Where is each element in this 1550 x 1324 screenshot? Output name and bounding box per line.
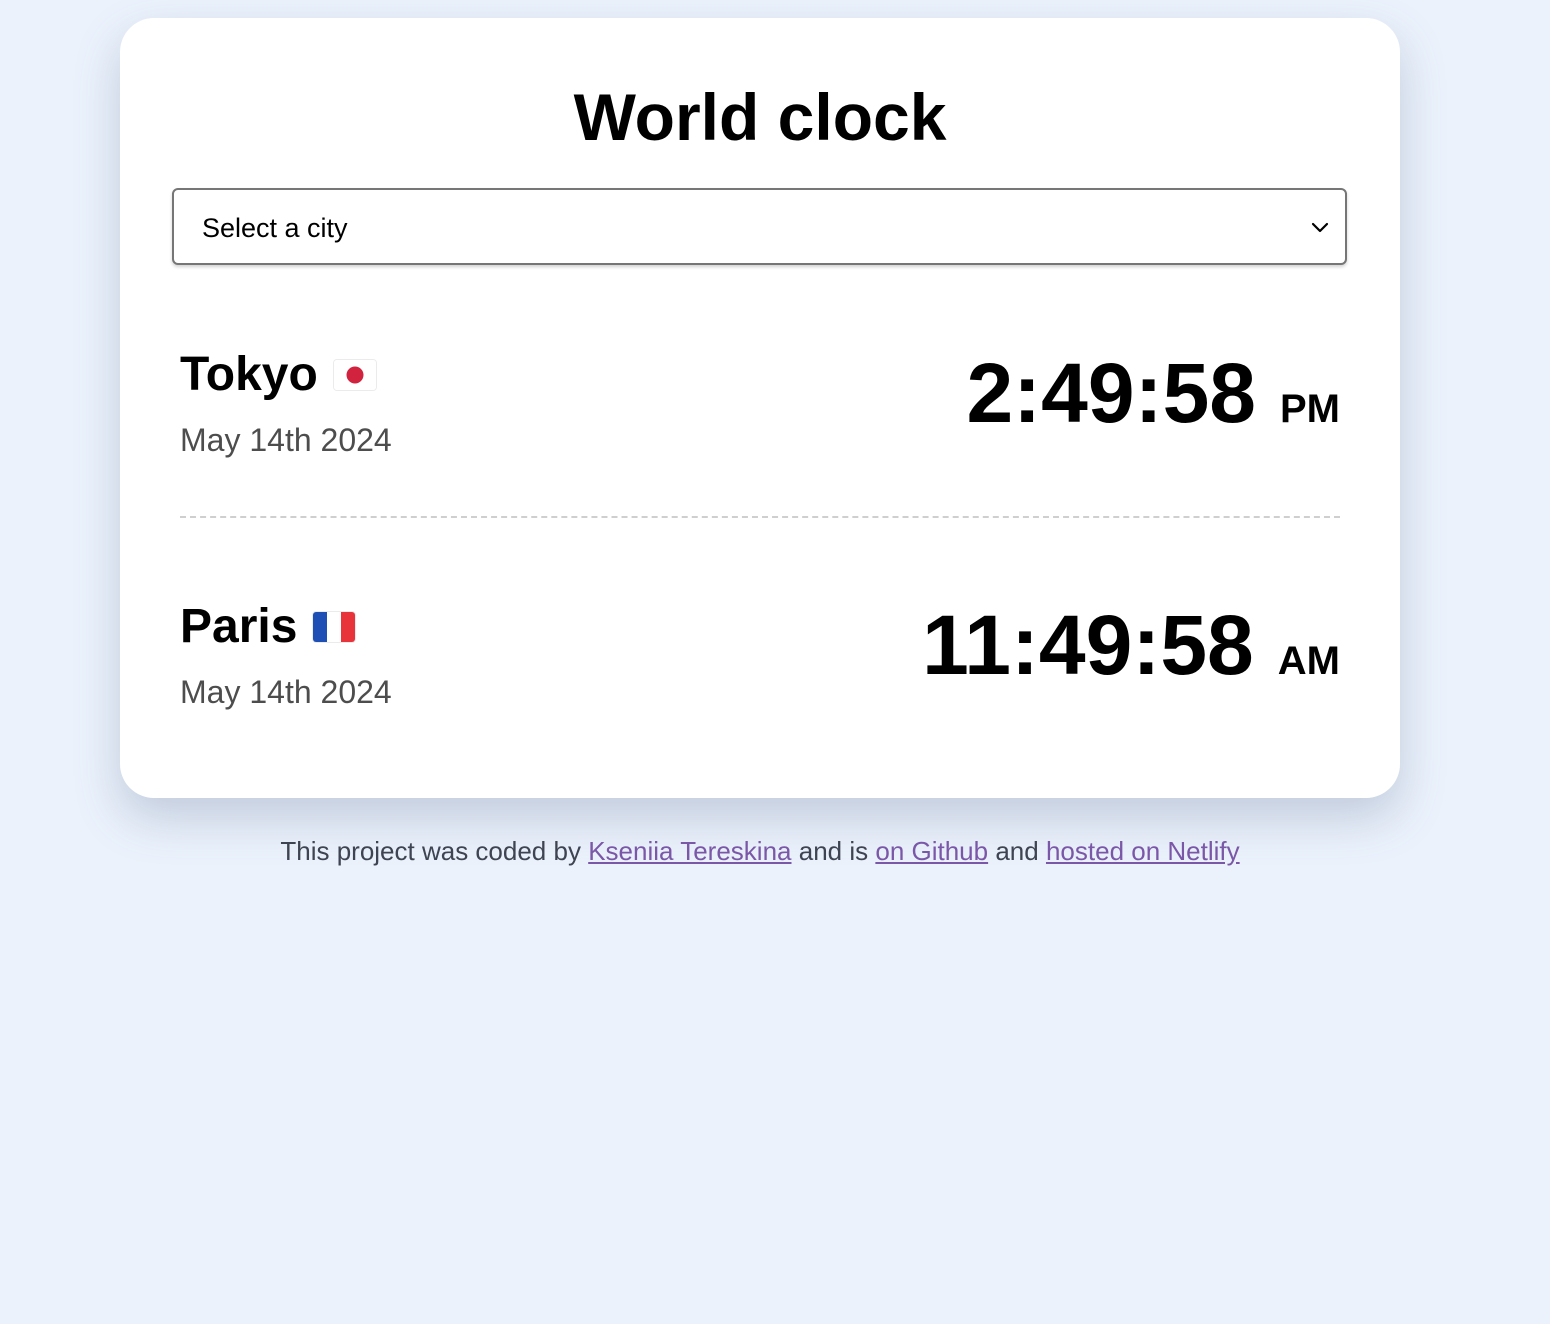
- city-divider: [180, 516, 1340, 518]
- footer-text: This project was coded by: [280, 836, 581, 866]
- time-value: 2:49:58: [966, 346, 1256, 440]
- page-title: World clock: [573, 80, 947, 154]
- github-link[interactable]: on Github: [875, 836, 988, 866]
- city-time: 2:49:58 PM: [966, 343, 1340, 444]
- time-period: PM: [1280, 387, 1340, 431]
- chevron-down-icon: [1311, 222, 1329, 233]
- city-heading: Tokyo: [180, 351, 376, 399]
- city-name: Paris: [180, 600, 298, 653]
- netlify-link[interactable]: hosted on Netlify: [1046, 836, 1240, 866]
- france-flag-icon: [313, 612, 356, 642]
- world-clock-card: World clock Select a city Tokyo May 14th…: [120, 18, 1400, 798]
- city-date: May 14th 2024: [180, 422, 392, 458]
- footer-text: and is: [798, 836, 869, 866]
- city-select-value: Select a city: [202, 213, 348, 243]
- city-name: Tokyo: [180, 348, 318, 401]
- japan-flag-icon: [333, 360, 376, 390]
- footer-text: and: [995, 836, 1039, 866]
- city-date: May 14th 2024: [180, 674, 392, 710]
- city-select[interactable]: Select a city: [172, 188, 1347, 265]
- time-value: 11:49:58: [922, 598, 1254, 692]
- author-link[interactable]: Kseniia Tereskina: [588, 836, 791, 866]
- footer: This project was coded by Kseniia Teresk…: [0, 836, 1520, 867]
- city-heading: Paris: [180, 600, 356, 653]
- time-period: AM: [1277, 639, 1340, 683]
- city-time: 11:49:58 AM: [922, 595, 1340, 696]
